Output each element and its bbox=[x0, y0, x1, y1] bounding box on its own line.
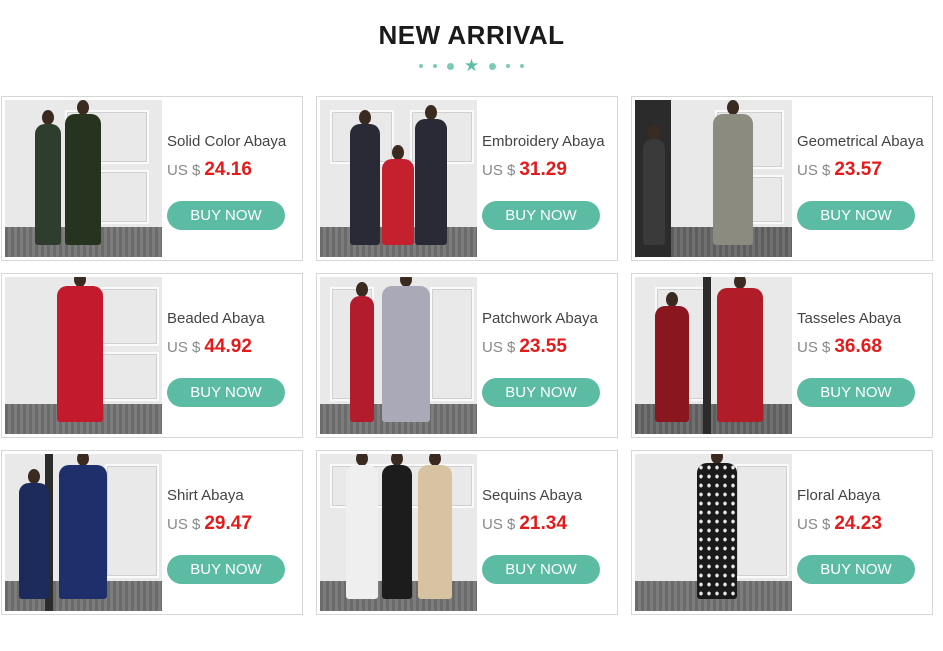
currency-label: US $ bbox=[167, 516, 201, 533]
price-value: 24.16 bbox=[204, 159, 252, 180]
product-card[interactable]: Embroidery Abaya US $31.29 BUY NOW bbox=[316, 96, 618, 261]
dot-icon bbox=[446, 62, 454, 70]
product-image[interactable] bbox=[320, 277, 477, 434]
product-card[interactable]: Patchwork Abaya US $23.55 BUY NOW bbox=[316, 273, 618, 438]
product-name[interactable]: Floral Abaya bbox=[797, 487, 880, 504]
product-name[interactable]: Sequins Abaya bbox=[482, 487, 582, 504]
dot-icon bbox=[418, 64, 423, 68]
product-price: US $24.23 bbox=[797, 513, 882, 535]
product-price: US $29.47 bbox=[167, 513, 252, 535]
currency-label: US $ bbox=[797, 162, 831, 179]
buy-now-button[interactable]: BUY NOW bbox=[797, 378, 915, 407]
product-name[interactable]: Shirt Abaya bbox=[167, 487, 244, 504]
dot-icon bbox=[432, 64, 437, 68]
product-name[interactable]: Solid Color Abaya bbox=[167, 133, 286, 150]
product-image[interactable] bbox=[5, 454, 162, 611]
dot-icon bbox=[520, 64, 525, 68]
price-value: 44.92 bbox=[204, 336, 252, 357]
buy-now-button[interactable]: BUY NOW bbox=[167, 201, 285, 230]
price-value: 36.68 bbox=[834, 336, 882, 357]
buy-now-button[interactable]: BUY NOW bbox=[482, 201, 600, 230]
product-price: US $44.92 bbox=[167, 336, 252, 358]
currency-label: US $ bbox=[482, 516, 516, 533]
currency-label: US $ bbox=[167, 339, 201, 356]
product-image[interactable] bbox=[320, 454, 477, 611]
product-price: US $23.57 bbox=[797, 159, 882, 181]
product-price: US $31.29 bbox=[482, 159, 567, 181]
product-image[interactable] bbox=[5, 100, 162, 257]
product-card[interactable]: Shirt Abaya US $29.47 BUY NOW bbox=[1, 450, 303, 615]
currency-label: US $ bbox=[167, 162, 201, 179]
product-card[interactable]: Beaded Abaya US $44.92 BUY NOW bbox=[1, 273, 303, 438]
product-image[interactable] bbox=[635, 100, 792, 257]
buy-now-button[interactable]: BUY NOW bbox=[797, 201, 915, 230]
section-title: NEW ARRIVAL bbox=[378, 20, 565, 50]
product-card[interactable]: Geometrical Abaya US $23.57 BUY NOW bbox=[631, 96, 933, 261]
product-card[interactable]: Floral Abaya US $24.23 BUY NOW bbox=[631, 450, 933, 615]
currency-label: US $ bbox=[482, 339, 516, 356]
buy-now-button[interactable]: BUY NOW bbox=[167, 555, 285, 584]
product-name[interactable]: Geometrical Abaya bbox=[797, 133, 924, 150]
buy-now-button[interactable]: BUY NOW bbox=[167, 378, 285, 407]
product-price: US $24.16 bbox=[167, 159, 252, 181]
currency-label: US $ bbox=[797, 516, 831, 533]
product-name[interactable]: Patchwork Abaya bbox=[482, 310, 598, 327]
buy-now-button[interactable]: BUY NOW bbox=[482, 555, 600, 584]
buy-now-button[interactable]: BUY NOW bbox=[797, 555, 915, 584]
product-name[interactable]: Embroidery Abaya bbox=[482, 133, 605, 150]
product-price: US $23.55 bbox=[482, 336, 567, 358]
product-name[interactable]: Beaded Abaya bbox=[167, 310, 265, 327]
price-value: 23.55 bbox=[519, 336, 567, 357]
price-value: 23.57 bbox=[834, 159, 882, 180]
price-value: 21.34 bbox=[519, 513, 567, 534]
dot-icon bbox=[506, 64, 511, 68]
star-icon: ★ bbox=[463, 56, 480, 75]
price-value: 29.47 bbox=[204, 513, 252, 534]
currency-label: US $ bbox=[797, 339, 831, 356]
dot-icon bbox=[489, 62, 497, 70]
product-image[interactable] bbox=[320, 100, 477, 257]
product-image[interactable] bbox=[5, 277, 162, 434]
currency-label: US $ bbox=[482, 162, 516, 179]
product-image[interactable] bbox=[635, 277, 792, 434]
buy-now-button[interactable]: BUY NOW bbox=[482, 378, 600, 407]
product-name[interactable]: Tasseles Abaya bbox=[797, 310, 901, 327]
product-image[interactable] bbox=[635, 454, 792, 611]
product-card[interactable]: Tasseles Abaya US $36.68 BUY NOW bbox=[631, 273, 933, 438]
product-price: US $21.34 bbox=[482, 513, 567, 535]
product-card[interactable]: Solid Color Abaya US $24.16 BUY NOW bbox=[1, 96, 303, 261]
title-decoration: ★ bbox=[0, 56, 943, 75]
price-value: 31.29 bbox=[519, 159, 567, 180]
product-card[interactable]: Sequins Abaya US $21.34 BUY NOW bbox=[316, 450, 618, 615]
price-value: 24.23 bbox=[834, 513, 882, 534]
product-price: US $36.68 bbox=[797, 336, 882, 358]
